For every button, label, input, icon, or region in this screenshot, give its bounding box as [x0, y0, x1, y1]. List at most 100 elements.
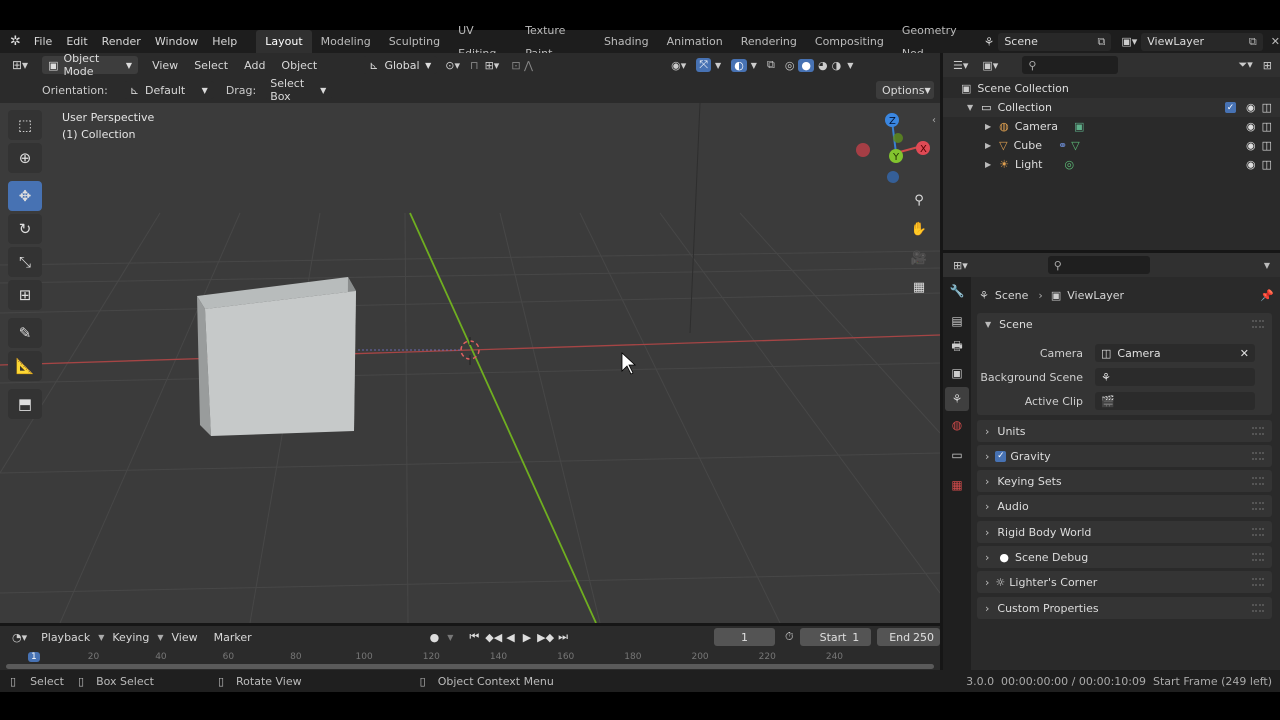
chevron-right-icon[interactable]: ▶	[985, 122, 991, 131]
properties-search-input[interactable]: ⚲	[1047, 256, 1150, 274]
collection-tab-icon[interactable]: ▭	[945, 443, 969, 467]
drag-handle[interactable]	[1252, 578, 1264, 586]
menu-render[interactable]: Render	[95, 30, 148, 53]
filter-icon[interactable]: ⏷▾	[1238, 58, 1252, 72]
record-icon[interactable]: ●	[430, 631, 440, 644]
eye-icon[interactable]: ◉	[1246, 158, 1256, 171]
audio-panel[interactable]: › Audio	[977, 495, 1272, 517]
play-reverse-icon[interactable]: ◀	[506, 631, 514, 644]
menu-view[interactable]: View	[163, 631, 205, 644]
rendered-shading-icon[interactable]: ◑	[832, 59, 842, 72]
menu-file[interactable]: File	[27, 30, 59, 53]
visibility-icon[interactable]: ◉▾	[671, 59, 686, 72]
lighters-corner-panel[interactable]: › ☼ Lighter's Corner	[977, 571, 1272, 593]
add-cube-tool-icon[interactable]: ⬒	[8, 389, 42, 419]
tool-tab-icon[interactable]: 🔧	[945, 279, 969, 303]
menu-keying[interactable]: Keying	[104, 631, 157, 644]
scene-tab-icon[interactable]: ⚘	[945, 387, 969, 411]
material-shading-icon[interactable]: ◕	[818, 59, 828, 72]
jump-end-icon[interactable]: ⏭	[558, 630, 568, 644]
new-collection-icon[interactable]: ⊞	[1263, 59, 1272, 72]
drag-handle[interactable]	[1252, 452, 1264, 460]
drag-handle[interactable]	[1252, 427, 1264, 435]
eye-icon[interactable]: ◉	[1246, 101, 1256, 114]
jump-start-icon[interactable]: ⏮	[469, 630, 479, 644]
tree-row-collection[interactable]: ▼ ▭ Collection ✓ ◉ ◫	[943, 98, 1280, 117]
chevron-right-icon[interactable]: ▶	[985, 141, 991, 150]
measure-tool-icon[interactable]: 📐	[8, 351, 42, 381]
tree-row-cube[interactable]: ▶ ▽ Cube ⚭ ▽ ◉ ◫	[943, 136, 1280, 155]
menu-select[interactable]: Select	[186, 59, 236, 72]
chevron-down-icon[interactable]: ▼	[1264, 261, 1270, 270]
tab-shading[interactable]: Shading	[595, 30, 658, 53]
area-divider[interactable]	[0, 623, 940, 626]
end-frame-field[interactable]: End 250	[877, 628, 940, 646]
blender-logo-icon[interactable]: ✲	[0, 34, 27, 49]
viewlayer-icon[interactable]: ▣▾	[1121, 35, 1137, 48]
chevron-down-icon[interactable]: ▼	[447, 633, 453, 642]
exclude-checkbox[interactable]: ✓	[1224, 102, 1236, 113]
snap-target-icon[interactable]: ⊞▾	[485, 59, 500, 72]
tree-row-light[interactable]: ▶ ☀ Light ◎ ◉ ◫	[943, 155, 1280, 174]
scene-debug-panel[interactable]: › ● Scene Debug	[977, 546, 1272, 568]
ortho-grid-icon[interactable]: ▦	[907, 275, 931, 299]
units-panel[interactable]: › Units	[977, 420, 1272, 442]
active-clip-field[interactable]: 🎬	[1095, 392, 1255, 410]
world-tab-icon[interactable]: ◍	[945, 413, 969, 437]
wireframe-shading-icon[interactable]: ◎	[785, 59, 795, 72]
proportional-edit-icon[interactable]: ⊡ ⋀	[511, 59, 533, 72]
camera-render-icon[interactable]: ◫	[1262, 120, 1272, 133]
menu-add[interactable]: Add	[236, 59, 273, 72]
jump-keyframe-back-icon[interactable]: ◆◀	[485, 631, 502, 644]
pin-icon[interactable]: 📌	[1260, 289, 1274, 302]
viewlayer-selector[interactable]: ViewLayer ⧉	[1141, 32, 1263, 51]
outliner-search-input[interactable]: ⚲	[1022, 56, 1119, 74]
orientation-dropdown[interactable]: ⊾ Default ▼	[123, 81, 214, 99]
camera-data-icon[interactable]: ▣	[1074, 120, 1084, 133]
options-button[interactable]: Options ▼	[876, 81, 934, 99]
xray-icon[interactable]: ⧉	[767, 58, 775, 72]
menu-edit[interactable]: Edit	[59, 30, 94, 53]
scene-icon[interactable]: ⚘	[984, 35, 995, 49]
display-mode-icon[interactable]: ▣▾	[982, 59, 998, 72]
tab-animation[interactable]: Animation	[658, 30, 732, 53]
navigation-gizmo[interactable]: X Z Y	[850, 111, 938, 187]
editor-type-icon[interactable]: ⊞▾	[0, 58, 34, 72]
drag-handle[interactable]	[1252, 477, 1264, 485]
mode-selector[interactable]: ▣ Object Mode ▼	[42, 53, 139, 78]
current-frame-field[interactable]: 1	[713, 628, 776, 646]
pivot-icon[interactable]: ⊙▾	[445, 59, 460, 72]
drag-handle[interactable]	[1252, 320, 1264, 328]
cursor-tool-icon[interactable]: ⊕	[8, 143, 42, 173]
play-icon[interactable]: ▶	[523, 631, 531, 644]
stopwatch-icon[interactable]: ⏱	[785, 630, 794, 644]
output-tab-icon[interactable]: 🖶	[945, 335, 969, 359]
chevron-down-icon[interactable]: ▼	[715, 61, 721, 70]
camera-view-icon[interactable]: 🎥	[907, 246, 931, 270]
rigid-body-world-panel[interactable]: › Rigid Body World	[977, 521, 1272, 543]
texture-tab-icon[interactable]: ▦	[945, 473, 969, 497]
drag-handle[interactable]	[1252, 604, 1264, 612]
menu-help[interactable]: Help	[205, 30, 244, 53]
scene-panel-header[interactable]: ▼ Scene	[977, 313, 1272, 335]
close-icon[interactable]: ✕	[1271, 35, 1280, 48]
chevron-down-icon[interactable]: ▼	[967, 103, 973, 112]
properties-editor-icon[interactable]: ⊞▾	[953, 259, 968, 272]
start-frame-field[interactable]: Start 1	[799, 628, 872, 646]
outliner-editor-icon[interactable]: ☰▾	[953, 59, 968, 72]
menu-marker[interactable]: Marker	[206, 631, 260, 644]
sidebar-toggle-icon[interactable]: ‹	[932, 115, 936, 126]
camera-field[interactable]: ◫ Camera ✕	[1095, 344, 1255, 362]
background-scene-field[interactable]: ⚘	[1095, 368, 1255, 386]
scene-selector[interactable]: Scene ⧉	[998, 32, 1112, 51]
rotate-tool-icon[interactable]: ↻	[8, 214, 42, 244]
eye-icon[interactable]: ◉	[1246, 120, 1256, 133]
copy-icon[interactable]: ⧉	[1097, 35, 1105, 49]
keying-sets-panel[interactable]: › Keying Sets	[977, 470, 1272, 492]
zoom-icon[interactable]: ⚲	[907, 188, 931, 212]
tab-rendering[interactable]: Rendering	[732, 30, 806, 53]
tree-row-scene-collection[interactable]: ▣ Scene Collection	[943, 79, 1280, 98]
pan-hand-icon[interactable]: ✋	[907, 217, 931, 241]
snap-icon[interactable]: ⊓	[470, 59, 479, 72]
annotate-tool-icon[interactable]: ✎	[8, 318, 42, 348]
